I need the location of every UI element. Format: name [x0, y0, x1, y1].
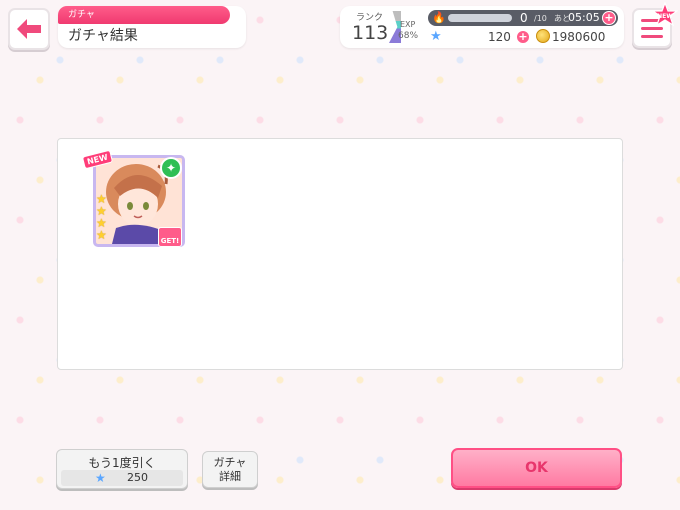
live-boost-count: 0 — [520, 11, 528, 25]
star-gem-count: 120 — [488, 30, 511, 44]
live-timer: 05:05 — [568, 11, 600, 24]
star-gem-icon: ★ — [430, 29, 442, 44]
ok-button[interactable]: OK — [451, 448, 622, 488]
player-status-panel: ランク 113 EXP 68% 🔥 0 /10 あと 05:05 + ★ 120… — [340, 6, 624, 48]
category-tag: ガチャ — [58, 6, 230, 24]
back-button[interactable] — [8, 8, 50, 50]
back-arrow-icon — [17, 19, 41, 39]
add-star-gems-button[interactable]: + — [516, 30, 530, 44]
exp-percent: 68% — [398, 31, 419, 41]
draw-again-cost: ★ 250 — [61, 470, 183, 486]
draw-again-button[interactable]: もう1度引く ★ 250 — [56, 449, 188, 489]
exp-label: EXP — [400, 20, 416, 29]
rank-value: 113 — [352, 22, 389, 44]
live-boost-gauge — [448, 14, 512, 22]
draw-again-label: もう1度引く — [88, 456, 156, 470]
draw-again-cost-value: 250 — [127, 471, 148, 484]
sparkle-icon: ✦ — [160, 157, 182, 179]
menu-new-badge: NEW — [651, 1, 679, 28]
page-title: ガチャ結果 — [68, 28, 138, 44]
get-badge: GET! — [158, 227, 182, 247]
rarity-stars: ★ ★ ★ ★ — [96, 193, 110, 241]
star-gem-icon: ★ — [95, 471, 106, 485]
add-live-boost-button[interactable]: + — [602, 11, 616, 25]
gacha-details-button[interactable]: ガチャ 詳細 — [202, 451, 258, 488]
svg-text:NEW: NEW — [657, 13, 673, 20]
gacha-result-panel: NEW ✦ ★ ★ ★ ★ GET! — [57, 138, 623, 370]
gacha-details-label-1: ガチャ — [213, 456, 247, 469]
coin-count: 1980600 — [552, 30, 606, 44]
fire-icon: 🔥 — [432, 11, 446, 24]
star-badge-icon: NEW — [651, 1, 679, 27]
page-title-card: ガチャ ガチャ結果 — [58, 6, 246, 48]
live-boost-bar: 🔥 0 /10 あと 05:05 + — [428, 10, 618, 26]
rarity-star-icon: ★ — [96, 228, 107, 242]
live-boost-max: /10 — [534, 14, 547, 23]
coin-icon — [536, 29, 550, 43]
gacha-details-label-2: 詳細 — [219, 470, 241, 483]
